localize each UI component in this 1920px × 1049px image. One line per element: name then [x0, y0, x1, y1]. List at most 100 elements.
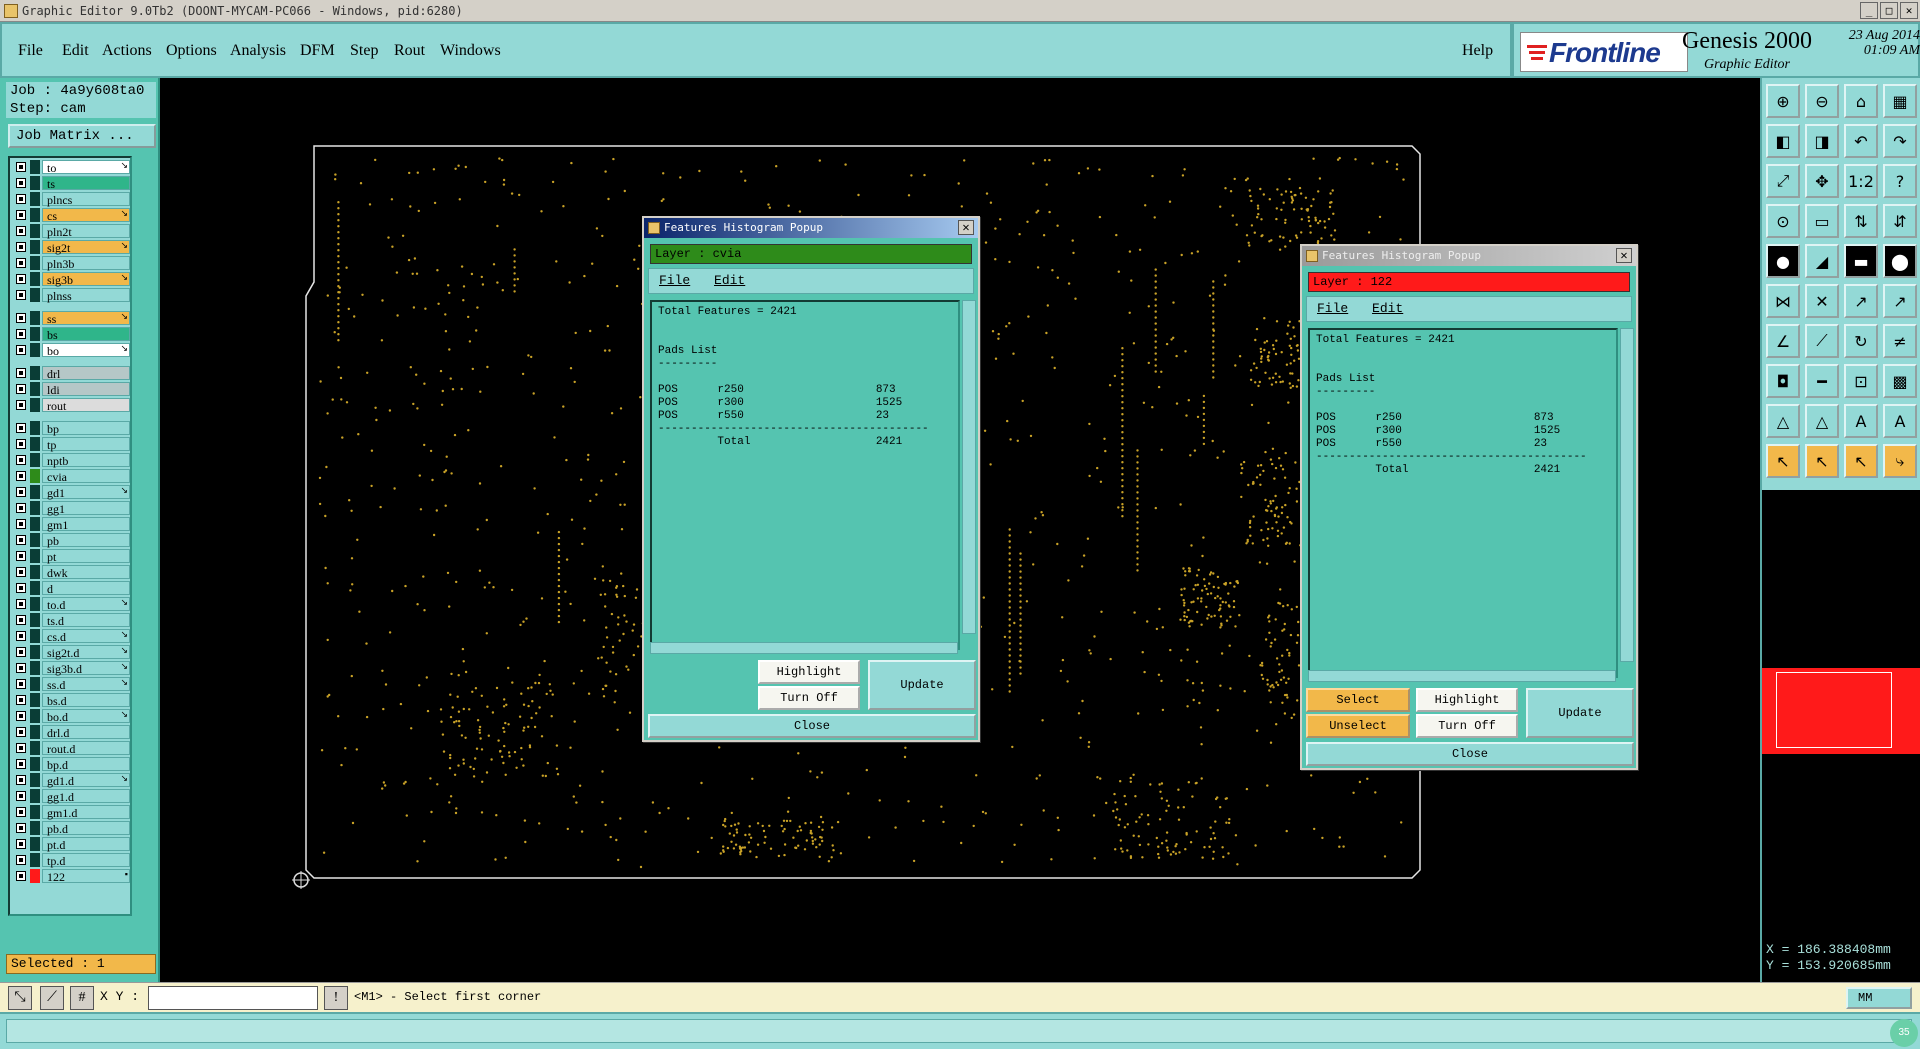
layer-checkbox[interactable] [16, 679, 26, 689]
layer-checkbox[interactable] [16, 400, 26, 410]
layer-checkbox[interactable] [16, 855, 26, 865]
menu-rout[interactable]: Rout [394, 42, 425, 60]
layer-row[interactable]: bo.d ↘ [12, 709, 130, 724]
horizontal-scrollbar[interactable] [1308, 670, 1616, 682]
layer-name[interactable]: gd1.d [42, 773, 130, 788]
layer-checkbox[interactable] [16, 290, 26, 300]
layer-checkbox[interactable] [16, 615, 26, 625]
layer-name[interactable]: gm1 [42, 517, 130, 532]
layer-row[interactable]: to ↘ [12, 160, 130, 175]
move-icon[interactable]: ↗ [1883, 284, 1917, 318]
layer-row[interactable]: bo ↘ [12, 343, 130, 358]
layer-name[interactable]: plncs [42, 192, 130, 207]
route-icon[interactable]: ⤷ [1883, 444, 1917, 478]
close-icon[interactable]: ✕ [1900, 2, 1918, 19]
horizontal-scrollbar[interactable] [650, 642, 958, 654]
layer-row[interactable]: gd1 ↘ [12, 485, 130, 500]
popup-menu-file[interactable]: File [659, 273, 690, 288]
layer-row[interactable]: plnss [12, 288, 130, 303]
grid-icon[interactable]: ▦ [1883, 84, 1917, 118]
vertical-scrollbar[interactable] [1620, 328, 1634, 662]
layer-checkbox[interactable] [16, 439, 26, 449]
layer-row[interactable]: ts [12, 176, 130, 191]
layer-row[interactable]: d [12, 581, 130, 596]
popup-menu-file[interactable]: File [1317, 301, 1348, 316]
popup-menu-edit[interactable]: Edit [1372, 301, 1403, 316]
layer-checkbox[interactable] [16, 759, 26, 769]
layer-row[interactable]: plncs [12, 192, 130, 207]
overlay-icon[interactable]: ▩ [1883, 364, 1917, 398]
layer-name[interactable]: ldi [42, 382, 130, 397]
layer-name[interactable]: sig2t.d [42, 645, 130, 660]
flip-icon[interactable]: ≠ [1883, 324, 1917, 358]
layer-checkbox[interactable] [16, 226, 26, 236]
vertical-scrollbar[interactable] [962, 300, 976, 634]
undo-icon[interactable]: ↶ [1844, 124, 1878, 158]
layer-row[interactable]: gd1.d ↘ [12, 773, 130, 788]
layer-name[interactable]: ss [42, 311, 130, 326]
fit-icon[interactable]: ⤢ [1766, 164, 1800, 198]
layer-name[interactable]: bs [42, 327, 130, 342]
layer-name[interactable]: pt.d [42, 837, 130, 852]
unselect-button[interactable]: Unselect [1306, 714, 1410, 738]
ratio-icon[interactable]: 1:2 [1844, 164, 1878, 198]
pad-icon[interactable]: ● [1766, 244, 1800, 278]
grid-icon[interactable]: # [70, 986, 94, 1010]
layer-checkbox[interactable] [16, 583, 26, 593]
layer-name[interactable]: sig3b.d [42, 661, 130, 676]
layer-row[interactable]: tp [12, 437, 130, 452]
layer-checkbox[interactable] [16, 384, 26, 394]
layer-checkbox[interactable] [16, 471, 26, 481]
zoom-select-icon[interactable]: ↖ [1844, 444, 1878, 478]
layer-checkbox[interactable] [16, 368, 26, 378]
cross-icon[interactable]: ✕ [1805, 284, 1839, 318]
layer-checkbox[interactable] [16, 823, 26, 833]
layer-row[interactable]: to.d ↘ [12, 597, 130, 612]
layer-checkbox[interactable] [16, 727, 26, 737]
snap-icon[interactable]: ▭ [1805, 204, 1839, 238]
layer-row[interactable]: cs.d ↘ [12, 629, 130, 644]
layer-name[interactable]: d [42, 581, 130, 596]
layer-name[interactable]: pln3b [42, 256, 130, 271]
dash-icon[interactable]: ▬ [1844, 244, 1878, 278]
layer-row[interactable]: ss ↘ [12, 311, 130, 326]
highlight-button[interactable]: Highlight [758, 660, 860, 684]
arc-icon[interactable]: ↻ [1844, 324, 1878, 358]
update-button[interactable]: Update [1526, 688, 1634, 738]
layer-checkbox[interactable] [16, 631, 26, 641]
menu-step[interactable]: Step [350, 42, 378, 60]
layer-name[interactable]: ts [42, 176, 130, 191]
layer-checkbox[interactable] [16, 178, 26, 188]
layer-checkbox[interactable] [16, 423, 26, 433]
layer-checkbox[interactable] [16, 695, 26, 705]
font-icon[interactable]: A [1883, 404, 1917, 438]
layer-name[interactable]: bp.d [42, 757, 130, 772]
minimap-viewport[interactable] [1776, 672, 1892, 748]
layer-row[interactable]: bs.d [12, 693, 130, 708]
close-icon[interactable]: ✕ [958, 220, 974, 235]
layer-name[interactable]: ss.d [42, 677, 130, 692]
redo-icon[interactable]: ↷ [1883, 124, 1917, 158]
menu-help[interactable]: Help [1462, 42, 1493, 60]
layer-checkbox[interactable] [16, 210, 26, 220]
layer-checkbox[interactable] [16, 274, 26, 284]
line-draw-icon[interactable]: ∠ [1766, 324, 1800, 358]
node-icon[interactable]: ⋈ [1766, 284, 1800, 318]
layer-row[interactable]: pt.d [12, 837, 130, 852]
pointer-icon[interactable]: ↖ [1766, 444, 1800, 478]
menu-dfm[interactable]: DFM [300, 42, 335, 60]
layer-name[interactable]: cvia [42, 469, 130, 484]
layer-name[interactable]: to [42, 160, 130, 175]
layer-checkbox[interactable] [16, 503, 26, 513]
layer-row[interactable]: nptb [12, 453, 130, 468]
layer-name[interactable]: drl.d [42, 725, 130, 740]
xy-input[interactable] [148, 986, 318, 1010]
turn-off-button[interactable]: Turn Off [758, 686, 860, 710]
zoom-out-icon[interactable]: ⊖ [1805, 84, 1839, 118]
layer-row[interactable]: bs [12, 327, 130, 342]
layer-row[interactable]: cs ↘ [12, 208, 130, 223]
layer-name[interactable]: 122 [42, 869, 130, 884]
layer-row[interactable]: rout [12, 398, 130, 413]
config-icon[interactable]: ⇵ [1883, 204, 1917, 238]
menu-file[interactable]: File [18, 42, 43, 60]
